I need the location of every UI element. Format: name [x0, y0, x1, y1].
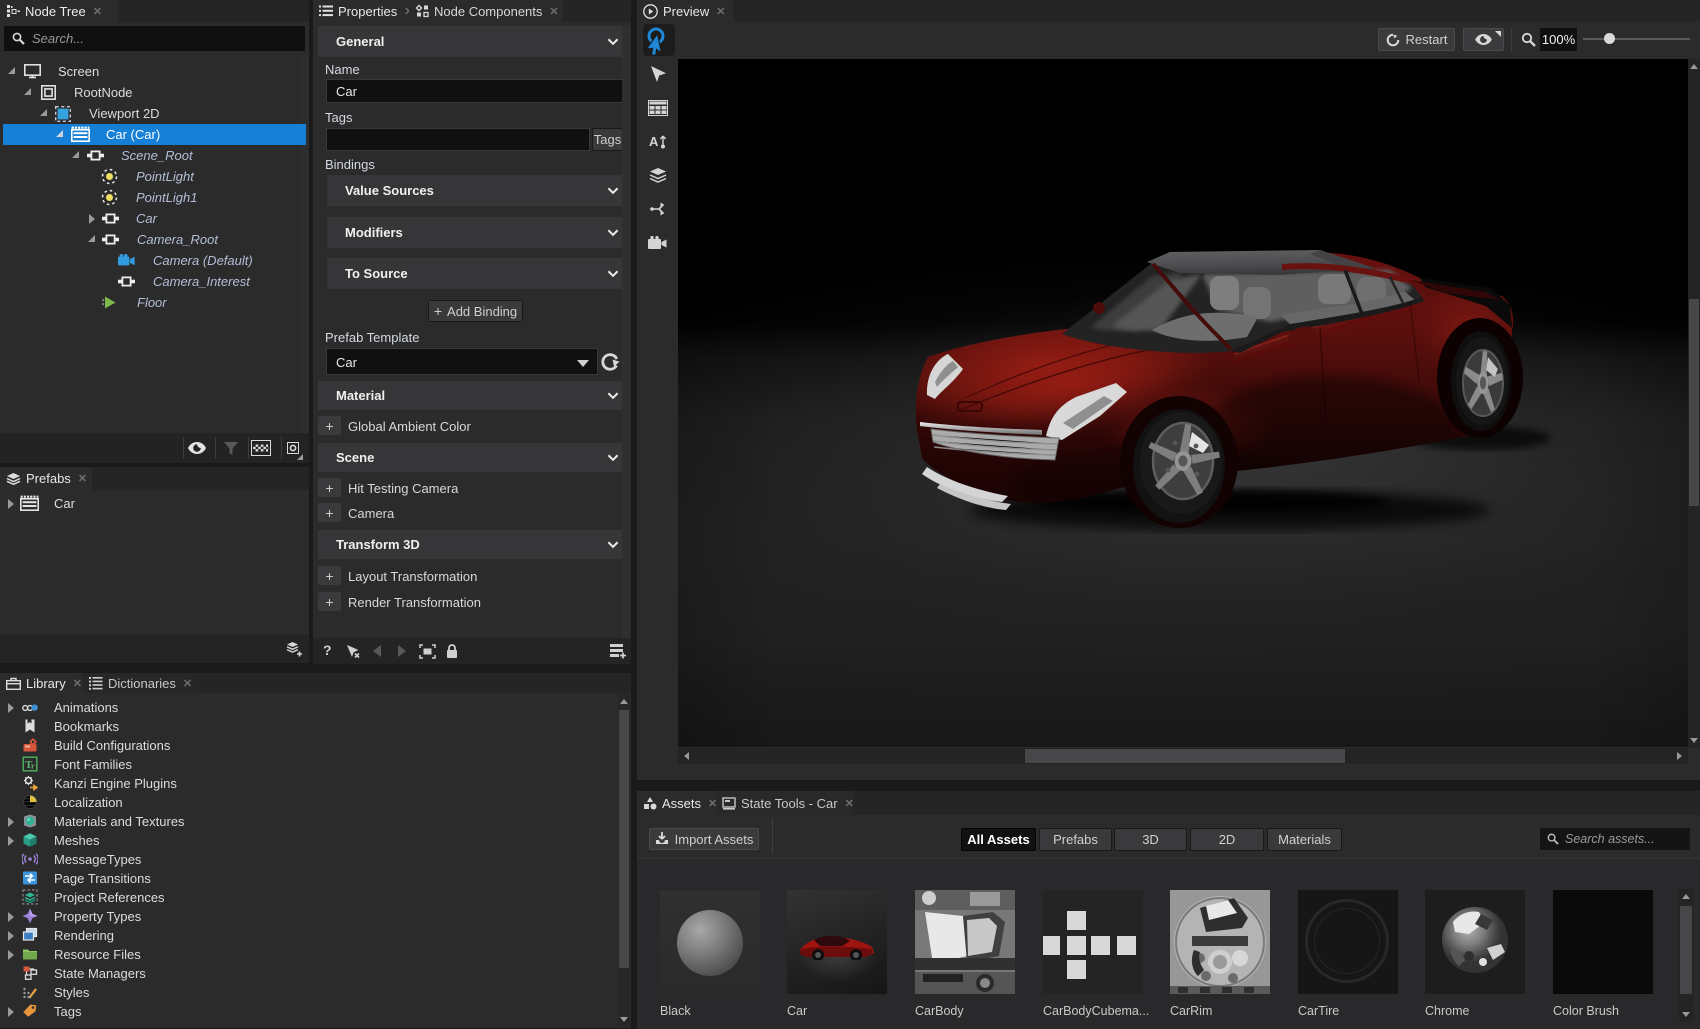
svg-text:r: r	[31, 762, 35, 771]
svg-text:A: A	[649, 134, 659, 149]
